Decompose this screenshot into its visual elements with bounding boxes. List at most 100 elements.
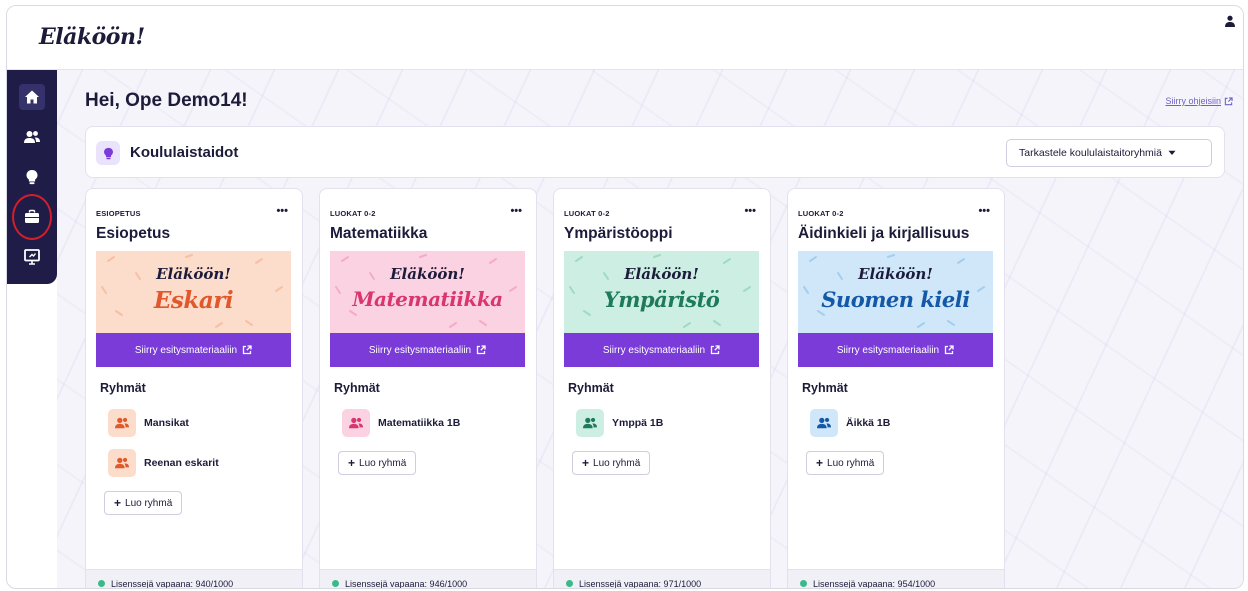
more-options-icon[interactable]: ••• (510, 205, 522, 217)
open-presentation-button[interactable]: Siirry esitysmateriaaliin (564, 333, 759, 367)
users-icon (24, 131, 40, 143)
open-presentation-label: Siirry esitysmateriaaliin (368, 344, 472, 356)
page-title: Hei, Ope Demo14! (85, 90, 248, 111)
group-name: Matematiikka 1B (378, 417, 461, 429)
view-skill-groups-dropdown[interactable]: Tarkastele koululaistaitoryhmiä (1006, 139, 1212, 167)
main-content: Hei, Ope Demo14! Siirry ohjeisiin Koulul… (57, 70, 1243, 588)
caret-down-icon (1168, 150, 1176, 155)
user-account-icon[interactable] (1223, 14, 1237, 28)
status-dot-icon (566, 580, 573, 587)
open-presentation-button[interactable]: Siirry esitysmateriaaliin (330, 333, 525, 367)
license-footer: Lisenssejä vapaana: 954/1000 (788, 569, 1004, 589)
view-skill-groups-label: Tarkastele koululaistaitoryhmiä (1019, 147, 1162, 159)
home-icon (25, 90, 39, 104)
group-name: Äikkä 1B (846, 417, 891, 429)
more-options-icon[interactable]: ••• (744, 205, 756, 217)
create-group-label: Luo ryhmä (125, 497, 173, 509)
group-item[interactable]: Matematiikka 1B (342, 409, 460, 437)
status-dot-icon (800, 580, 807, 587)
users-icon (349, 417, 363, 429)
card-title: Äidinkieli ja kirjallisuus (798, 225, 970, 242)
banner-subject: Eskari (153, 287, 234, 314)
card-title: Matematiikka (330, 225, 428, 242)
groups-heading: Ryhmät (568, 381, 614, 395)
open-presentation-button[interactable]: Siirry esitysmateriaaliin (96, 333, 291, 367)
create-group-button[interactable]: + Luo ryhmä (806, 451, 885, 475)
license-footer: Lisenssejä vapaana: 940/1000 (86, 569, 302, 589)
banner-brand: Eläköön! (156, 265, 231, 283)
create-group-button[interactable]: + Luo ryhmä (104, 491, 183, 515)
more-options-icon[interactable]: ••• (276, 205, 288, 217)
groups-heading: Ryhmät (802, 381, 848, 395)
create-group-button[interactable]: + Luo ryhmä (572, 451, 651, 475)
open-presentation-label: Siirry esitysmateriaaliin (602, 344, 706, 356)
course-card-ymparistooppi: LUOKAT 0-2 ••• Ympäristöoppi Eläköön! Ym… (553, 188, 771, 589)
license-count: Lisenssejä vapaana: 971/1000 (579, 578, 702, 589)
open-presentation-label: Siirry esitysmateriaaliin (836, 344, 940, 356)
card-grade: LUOKAT 0-2 (564, 209, 610, 218)
external-link-icon (944, 345, 954, 355)
group-name: Mansikat (144, 417, 189, 429)
lightbulb-icon (103, 147, 113, 159)
group-item[interactable]: Mansikat (108, 409, 189, 437)
create-group-button[interactable]: + Luo ryhmä (338, 451, 417, 475)
banner-brand: Eläköön! (624, 265, 699, 283)
groups-heading: Ryhmät (100, 381, 146, 395)
banner-subject: Suomen kieli (821, 287, 970, 312)
course-banner-image: Eläköön! Matematiikka (330, 251, 525, 333)
license-count: Lisenssejä vapaana: 940/1000 (111, 578, 234, 589)
users-icon (583, 417, 597, 429)
users-icon (115, 417, 129, 429)
users-icon (115, 457, 129, 469)
create-group-label: Luo ryhmä (593, 457, 641, 469)
group-item[interactable]: Ymppä 1B (576, 409, 663, 437)
highlight-ring (12, 194, 52, 240)
group-name: Ymppä 1B (612, 417, 664, 429)
banner-brand: Eläköön! (858, 265, 933, 283)
license-count: Lisenssejä vapaana: 954/1000 (813, 578, 936, 589)
sidebar-item-skills[interactable] (21, 166, 43, 188)
group-avatar (810, 409, 838, 437)
status-dot-icon (332, 580, 339, 587)
open-presentation-label: Siirry esitysmateriaaliin (134, 344, 238, 356)
banner-subject: Ympäristö (603, 287, 720, 312)
group-avatar (108, 409, 136, 437)
course-card-esiopetus: ESIOPETUS ••• Esiopetus Eläköön! Eskari … (85, 188, 303, 589)
app-window: Eläköön! Hei, Ope Demo14! Siirry ohjeisi… (6, 5, 1244, 589)
groups-heading: Ryhmät (334, 381, 380, 395)
card-grade: ESIOPETUS (96, 209, 141, 218)
license-count: Lisenssejä vapaana: 946/1000 (345, 578, 468, 589)
group-name: Reenan eskarit (144, 457, 219, 469)
more-options-icon[interactable]: ••• (978, 205, 990, 217)
card-grade: LUOKAT 0-2 (798, 209, 844, 218)
help-link-label: Siirry ohjeisiin (1165, 96, 1221, 106)
external-link-icon (476, 345, 486, 355)
course-card-matematiikka: LUOKAT 0-2 ••• Matematiikka Eläköön! Mat… (319, 188, 537, 589)
app-logo[interactable]: Eläköön! (39, 24, 145, 50)
sidebar-item-home[interactable] (21, 86, 43, 108)
sidebar-item-presentation[interactable] (21, 246, 43, 268)
presentation-icon (24, 249, 40, 265)
plus-icon: + (114, 496, 122, 510)
status-dot-icon (98, 580, 105, 587)
banner-subject: Matematiikka (352, 287, 503, 311)
group-item[interactable]: Äikkä 1B (810, 409, 890, 437)
group-item[interactable]: Reenan eskarit (108, 449, 219, 477)
create-group-label: Luo ryhmä (827, 457, 875, 469)
card-grade: LUOKAT 0-2 (330, 209, 376, 218)
plus-icon: + (582, 456, 590, 470)
skills-icon-badge (96, 141, 120, 165)
top-bar: Eläköön! (7, 6, 1243, 70)
open-presentation-button[interactable]: Siirry esitysmateriaaliin (798, 333, 993, 367)
license-footer: Lisenssejä vapaana: 971/1000 (554, 569, 770, 589)
sidebar-item-users[interactable] (21, 126, 43, 148)
card-title: Ympäristöoppi (564, 225, 673, 242)
lightbulb-icon (26, 170, 38, 185)
skills-section: Koululaistaidot Tarkastele koululaistait… (85, 126, 1225, 178)
course-banner-image: Eläköön! Ympäristö (564, 251, 759, 333)
users-icon (817, 417, 831, 429)
help-link[interactable]: Siirry ohjeisiin (1165, 96, 1233, 106)
plus-icon: + (816, 456, 824, 470)
course-banner-image: Eläköön! Eskari (96, 251, 291, 333)
license-footer: Lisenssejä vapaana: 946/1000 (320, 569, 536, 589)
